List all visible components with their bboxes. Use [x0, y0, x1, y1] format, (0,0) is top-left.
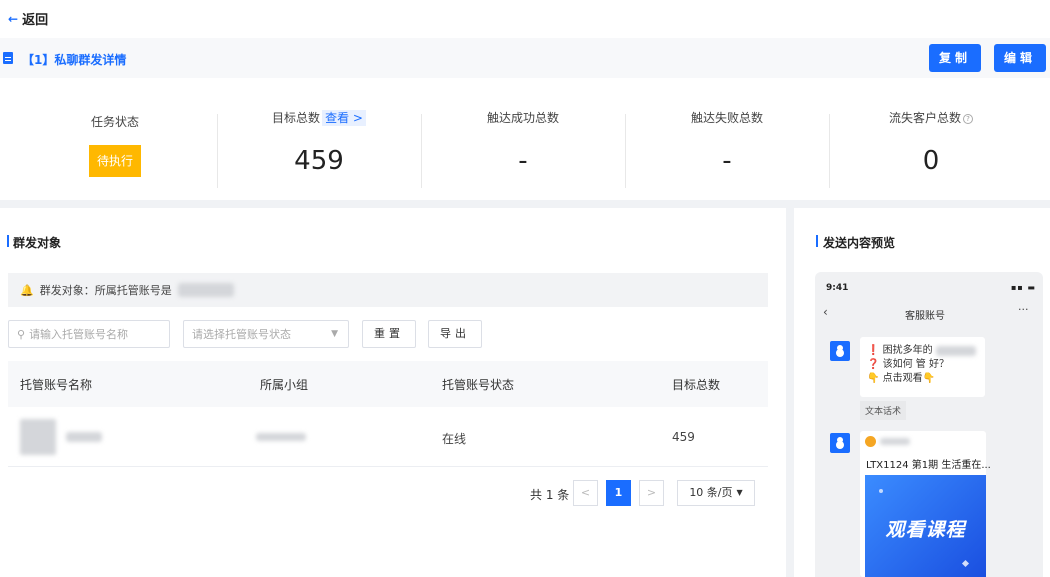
back-arrow-icon: ←: [8, 11, 19, 26]
blurred-account: [177, 283, 234, 297]
group-name-blurred: [256, 433, 306, 441]
reach-fail-value: -: [722, 146, 732, 176]
reach-success-value: -: [518, 146, 528, 176]
lost-customers-label: 流失客户总数?: [831, 109, 1031, 126]
status-select[interactable]: 请选择托管账号状态 ▼: [183, 320, 349, 348]
page-button-current[interactable]: 1: [606, 480, 631, 506]
message-type-tag: 文本话术: [860, 401, 907, 420]
search-input[interactable]: ⚲ 请输入托管账号名称: [8, 320, 170, 348]
account-name-blurred: [66, 432, 102, 442]
chat-title: 客服账号: [905, 311, 945, 322]
status-placeholder: 请选择托管账号状态: [192, 328, 291, 341]
sparkle-icon: [879, 489, 883, 493]
phone-time: 9:41: [826, 283, 849, 293]
banner-text: 观看课程: [885, 519, 966, 541]
edit-button[interactable]: 编辑: [994, 44, 1046, 72]
reach-fail-label: 触达失败总数: [690, 111, 763, 125]
document-icon: [3, 52, 13, 64]
signal-battery-icon: ▪︎▪︎ ▬: [1011, 283, 1036, 292]
reset-button[interactable]: 重置: [362, 320, 416, 348]
page-size-select[interactable]: 10 条/页 ▼: [677, 480, 755, 506]
more-icon[interactable]: ···: [1018, 303, 1029, 316]
avatar: [20, 419, 56, 455]
page-size-label: 10 条/页: [689, 486, 733, 499]
view-link[interactable]: 查看 >: [322, 110, 366, 126]
section-marker: [816, 235, 818, 247]
message-line-1: ❗ 困扰多年的: [867, 345, 933, 356]
title-bar: [0, 38, 1050, 78]
bell-icon: 🔔: [20, 283, 34, 297]
target-total-label: 目标总数 查看 >: [219, 109, 419, 126]
target-total-value: 459: [294, 146, 344, 176]
chevron-left-icon[interactable]: ‹: [823, 305, 828, 319]
search-icon: ⚲: [17, 327, 26, 341]
chevron-left-icon: <: [580, 486, 591, 499]
row-divider: [8, 466, 768, 467]
top-bar: [0, 0, 1050, 38]
caret-down-icon: ▼: [736, 488, 743, 497]
table-header: [8, 361, 768, 407]
target-total-text: 目标总数: [272, 111, 321, 125]
export-button[interactable]: 导出: [428, 320, 482, 348]
column-header: 托管账号状态: [442, 378, 515, 392]
next-page-button[interactable]: >: [639, 480, 664, 506]
card-avatar-icon: [865, 436, 876, 447]
chevron-down-icon: ▼: [331, 329, 338, 339]
notice-text: 群发对象：所属托管账号是: [39, 284, 172, 297]
column-header: 目标总数: [672, 378, 721, 392]
notice-bar: 🔔 群发对象：所属托管账号是: [8, 273, 768, 307]
stats-panel: [0, 78, 1050, 200]
divider: [829, 114, 830, 188]
preview-section-title: 发送内容预览: [823, 236, 896, 250]
blurred-text: [935, 346, 976, 356]
page-title: 【1】私聊群发详情: [22, 53, 127, 67]
task-status-label: 任务状态: [90, 115, 139, 129]
avatar: [830, 341, 850, 361]
back-label: 返回: [22, 13, 49, 28]
divider: [217, 114, 218, 188]
message-line-3: 👇 点击观看👇: [867, 373, 936, 384]
copy-button[interactable]: 复制: [929, 44, 981, 72]
section-marker: [7, 235, 9, 247]
message-text: ❗ 困扰多年的 ❓ 该如何 管 好？ 👇 点击观看👇: [867, 344, 976, 386]
divider: [625, 114, 626, 188]
column-header: 托管账号名称: [20, 378, 93, 392]
blurred-sender: [880, 438, 910, 445]
targets-section-title: 群发对象: [13, 236, 62, 250]
back-button[interactable]: ← 返回: [8, 9, 49, 29]
course-banner[interactable]: 观看课程: [865, 475, 986, 577]
reach-success-label: 触达成功总数: [486, 111, 559, 125]
search-placeholder: 请输入托管账号名称: [29, 328, 129, 341]
card-title: LTX1124 第1期 生活重在...: [866, 460, 991, 471]
divider: [421, 114, 422, 188]
chevron-right-icon: >: [646, 486, 657, 499]
prev-page-button[interactable]: <: [573, 480, 598, 506]
account-status: 在线: [442, 432, 467, 446]
pagination-total: 共 1 条: [530, 488, 570, 502]
status-badge: 待执行: [89, 145, 141, 177]
message-line-2: ❓ 该如何 管 好？: [867, 359, 949, 370]
help-icon[interactable]: ?: [963, 114, 973, 124]
row-target-total: 459: [672, 430, 695, 444]
column-header: 所属小组: [260, 378, 309, 392]
lost-customers-text: 流失客户总数: [888, 111, 961, 125]
lost-customers-value: 0: [922, 146, 940, 176]
avatar: [830, 433, 850, 453]
sparkle-icon: [961, 559, 970, 568]
